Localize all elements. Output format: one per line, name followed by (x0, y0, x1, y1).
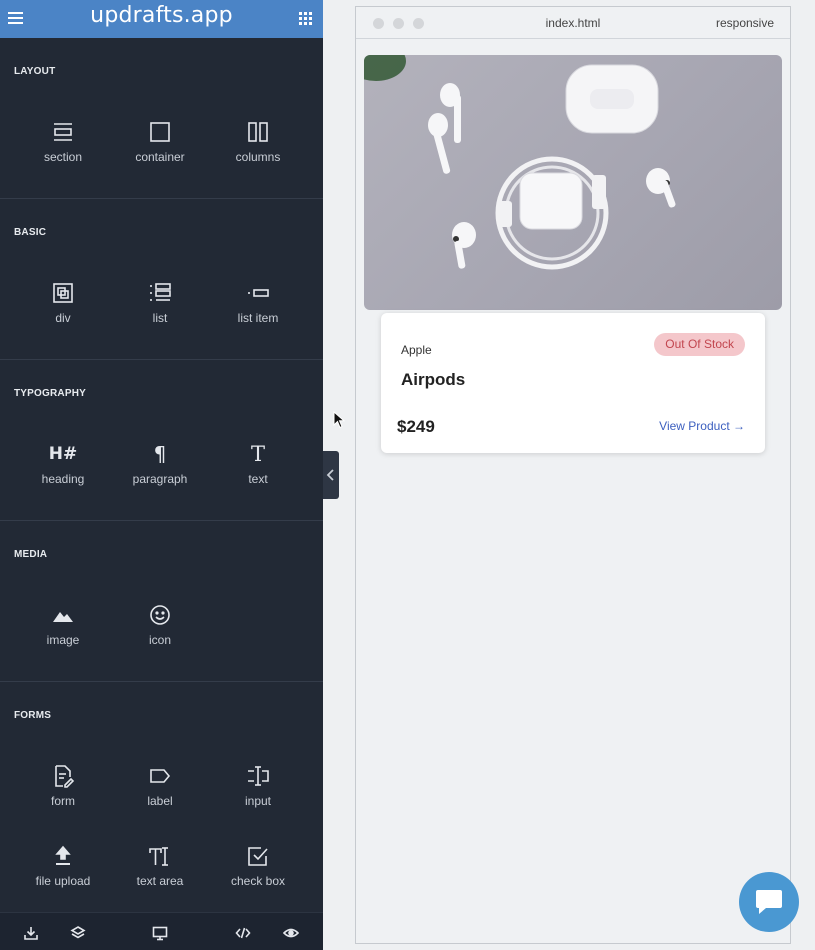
tool-form[interactable]: form (14, 764, 112, 808)
preview-toolbar: index.html responsive (356, 7, 790, 39)
divider (0, 681, 323, 682)
tool-label: div (55, 311, 71, 325)
desktop-icon[interactable] (152, 925, 168, 941)
tool-label: icon (148, 633, 171, 647)
responsive-mode-toggle[interactable]: responsive (716, 16, 774, 30)
tool-label: columns (235, 150, 281, 164)
tool-label: form (51, 794, 75, 808)
paragraph-icon: ¶ (153, 442, 167, 466)
product-card: Apple Out Of Stock Airpods $249 View Pro… (381, 313, 765, 453)
product-image (364, 55, 782, 310)
tool-container[interactable]: container (111, 120, 209, 164)
section-title-basic: BASIC (14, 227, 47, 238)
form-icon (51, 764, 75, 788)
chat-button[interactable] (739, 872, 799, 932)
label-icon (148, 764, 172, 788)
section-title-forms: FORMS (14, 710, 52, 721)
mouse-cursor-icon (333, 411, 345, 429)
section-title-typography: TYPOGRAPHY (14, 388, 87, 399)
tool-file-upload[interactable]: file upload (14, 844, 112, 888)
chevron-left-icon (326, 469, 334, 481)
checkbox-icon (246, 844, 270, 868)
top-bar: updrafts.app (0, 0, 323, 38)
eye-icon[interactable] (282, 925, 300, 941)
text-icon: T (250, 442, 265, 466)
sidebar: updrafts.app LAYOUT section container co… (0, 0, 323, 950)
tool-paragraph[interactable]: ¶ paragraph (111, 442, 209, 486)
product-brand: Apple (401, 343, 432, 357)
layers-icon[interactable] (70, 925, 86, 941)
stock-status-badge: Out Of Stock (654, 333, 745, 356)
apps-grid-icon[interactable] (299, 12, 312, 25)
heading-icon: H# (48, 444, 78, 464)
tool-text[interactable]: T text (209, 442, 307, 486)
app-brand: updrafts.app (90, 3, 233, 28)
tool-label: label (147, 794, 173, 808)
input-icon (246, 764, 270, 788)
list-icon (148, 281, 172, 305)
tool-label: paragraph (132, 472, 188, 486)
tool-text-area[interactable]: text area (111, 844, 209, 888)
tool-label: input (244, 794, 272, 808)
tool-section[interactable]: section (14, 120, 112, 164)
view-product-link[interactable]: View Product → (659, 419, 745, 433)
tool-icon[interactable]: icon (111, 603, 209, 647)
upload-icon (51, 844, 75, 868)
divider (0, 520, 323, 521)
divider (0, 198, 323, 199)
tool-columns[interactable]: columns (209, 120, 307, 164)
tool-label: list (152, 311, 168, 325)
list-item-icon (246, 281, 270, 305)
smiley-icon (148, 603, 172, 627)
product-title: Airpods (401, 370, 466, 389)
tool-check-box[interactable]: check box (209, 844, 307, 888)
tool-label: text area (136, 874, 184, 888)
tool-label: list item (237, 311, 279, 325)
collapse-sidebar-button[interactable] (323, 451, 339, 499)
section-title-layout: LAYOUT (14, 66, 56, 77)
chat-bubble-icon (756, 890, 782, 914)
bottom-toolbar (0, 912, 323, 950)
tool-list[interactable]: list (111, 281, 209, 325)
tool-list-item[interactable]: list item (209, 281, 307, 325)
download-icon[interactable] (23, 925, 39, 941)
tool-input[interactable]: input (209, 764, 307, 808)
tool-div[interactable]: div (14, 281, 112, 325)
tool-label: heading (41, 472, 85, 486)
image-icon (51, 603, 75, 627)
tool-label: file upload (35, 874, 91, 888)
product-price: $249 (397, 417, 435, 436)
code-icon[interactable] (235, 925, 251, 941)
section-icon (51, 120, 75, 144)
section-title-media: MEDIA (14, 549, 48, 560)
tool-label: check box (230, 874, 286, 888)
tool-label: text (248, 472, 268, 486)
tool-image[interactable]: image (14, 603, 112, 647)
columns-icon (246, 120, 270, 144)
tool-label: section (43, 150, 83, 164)
div-icon (51, 281, 75, 305)
tool-label-el[interactable]: label (111, 764, 209, 808)
tool-label: image (46, 633, 80, 647)
textarea-icon (148, 844, 172, 868)
divider (0, 359, 323, 360)
preview-frame: index.html responsive Apple Out Of Stock… (355, 6, 791, 944)
tool-heading[interactable]: H# heading (14, 442, 112, 486)
container-icon (148, 120, 172, 144)
tool-label: container (135, 150, 185, 164)
